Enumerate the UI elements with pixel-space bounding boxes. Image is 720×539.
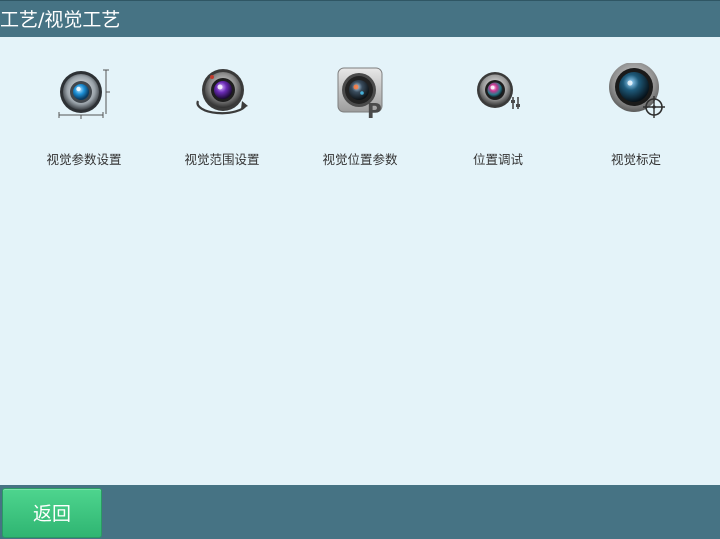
bottom-bar: 返回 xyxy=(0,485,720,539)
function-panel: 视觉参数设置 视觉范围设置 P 视觉位置参数 位置调试 视觉标定 xyxy=(0,37,720,485)
camera-position-icon: P xyxy=(337,67,383,123)
lens-crosshair-icon xyxy=(609,63,665,118)
tile-vision-params[interactable]: 视觉参数设置 xyxy=(15,59,153,171)
title-bar: 工艺/视觉工艺 xyxy=(0,0,720,37)
tile-vision-position[interactable]: P 视觉位置参数 xyxy=(291,59,429,171)
page-title: 工艺/视觉工艺 xyxy=(0,9,121,31)
tile-position-debug[interactable]: 位置调试 xyxy=(429,59,567,171)
tile-label: 视觉参数设置 xyxy=(46,152,122,167)
lens-adjust-icon xyxy=(477,72,520,109)
back-button[interactable]: 返回 xyxy=(2,488,102,538)
tile-label: 位置调试 xyxy=(472,152,523,167)
svg-text:P: P xyxy=(367,99,382,123)
tile-label: 视觉标定 xyxy=(610,152,661,167)
tile-vision-range[interactable]: 视觉范围设置 xyxy=(153,59,291,171)
lens-rotate-icon xyxy=(196,69,248,115)
tile-label: 视觉位置参数 xyxy=(322,152,398,167)
lens-dimensions-icon xyxy=(58,69,110,119)
tile-label: 视觉范围设置 xyxy=(184,152,260,167)
tile-vision-calibration[interactable]: 视觉标定 xyxy=(567,59,705,171)
